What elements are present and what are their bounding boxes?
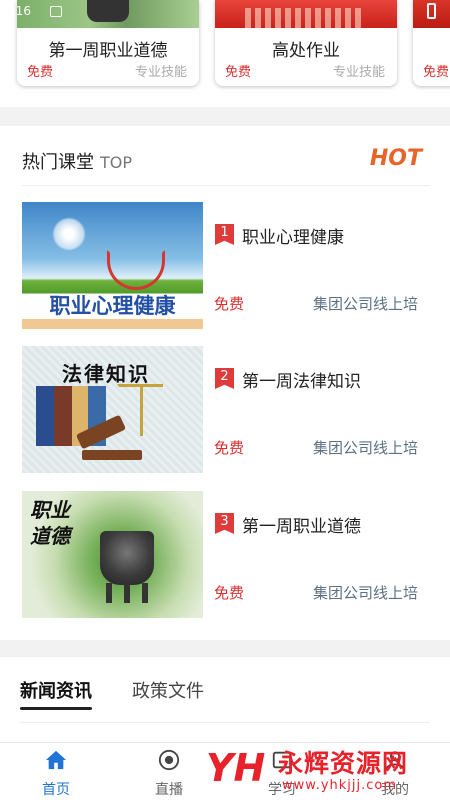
section-header: 热门课堂 TOP HOT (22, 126, 430, 186)
nav-mine[interactable]: 我的 (350, 743, 440, 800)
bronze-vessel-graphic (100, 531, 154, 603)
status-bar: 3:16 (0, 0, 450, 24)
study-icon (272, 751, 292, 769)
bottom-navigation: 首页 直播 学习 我的 (0, 742, 450, 800)
tab-policy-documents[interactable]: 政策文件 (132, 677, 204, 703)
hot-course-item[interactable]: 法律知识 2 第一周法律知识 免费 集团公司线上培 (22, 346, 430, 474)
thumbnail-caption: 职业道德 (30, 498, 70, 548)
tab-news[interactable]: 新闻资讯 (20, 677, 92, 703)
news-section: 新闻资讯 政策文件 (0, 657, 450, 742)
nav-live[interactable]: 直播 (124, 743, 214, 800)
active-tab-indicator (20, 707, 92, 710)
rank-badge: 2 (215, 368, 234, 389)
course-name: 职业心理健康 (242, 228, 344, 248)
nav-label: 我的 (381, 782, 409, 798)
nav-home[interactable]: 首页 (11, 743, 101, 800)
hot-badge: HOT (369, 146, 422, 171)
play-circle-icon (158, 749, 180, 771)
scales-graphic (117, 384, 163, 436)
nav-study[interactable]: 学习 (237, 743, 327, 800)
rank-badge: 3 (215, 513, 234, 534)
course-organization: 集团公司线上培 (312, 439, 418, 457)
course-card-title: 第一周职业道德 (48, 41, 168, 61)
rank-badge: 1 (215, 224, 234, 245)
course-card-category: 专业技能 (332, 65, 385, 80)
course-price: 免费 (214, 584, 245, 602)
section-title: 热门课堂 TOP (22, 148, 132, 174)
hot-course-item[interactable]: 职业道德 3 第一周职业道德 免费 集团公司线上培 (22, 491, 430, 619)
course-thumbnail[interactable]: 法律知识 (22, 346, 203, 473)
course-price: 免费 (214, 439, 245, 457)
course-card-title: 高处作业 (272, 41, 340, 61)
hot-course-section: 热门课堂 TOP HOT 职业心理健康 1 职业心理健康 免费 集团公司线上培 法… (0, 126, 450, 640)
status-time: 3:16 (4, 4, 31, 18)
section-title-text: 热门课堂 (22, 152, 94, 173)
thumbnail-caption: 法律知识 (62, 362, 150, 386)
dandelion-graphic (52, 217, 86, 251)
course-organization: 集团公司线上培 (312, 295, 418, 313)
course-card-price: 免费 (225, 65, 252, 80)
course-organization: 集团公司线上培 (312, 584, 418, 602)
nav-label: 直播 (155, 782, 183, 798)
home-icon (45, 750, 67, 770)
course-name: 第一周职业道德 (242, 517, 361, 537)
section-top-tag: TOP (100, 153, 133, 172)
course-card-price: 免费 (423, 65, 450, 80)
profile-icon (385, 751, 405, 770)
course-thumbnail[interactable]: 职业道德 (22, 491, 203, 618)
gallery-notification-icon (50, 6, 62, 17)
course-card-price: 免费 (27, 65, 54, 80)
course-thumbnail[interactable]: 职业心理健康 (22, 202, 203, 329)
nav-label: 学习 (268, 782, 296, 798)
course-card-category: 专业技能 (134, 65, 187, 80)
course-price: 免费 (214, 295, 245, 313)
battery-icon (427, 3, 436, 19)
hot-course-item[interactable]: 职业心理健康 1 职业心理健康 免费 集团公司线上培 (22, 202, 430, 330)
nav-label: 首页 (42, 782, 70, 798)
course-name: 第一周法律知识 (242, 372, 361, 392)
heart-graphic (107, 250, 165, 290)
news-tab-bar: 新闻资讯 政策文件 (20, 657, 430, 723)
thumbnail-caption: 职业心理健康 (49, 294, 176, 318)
